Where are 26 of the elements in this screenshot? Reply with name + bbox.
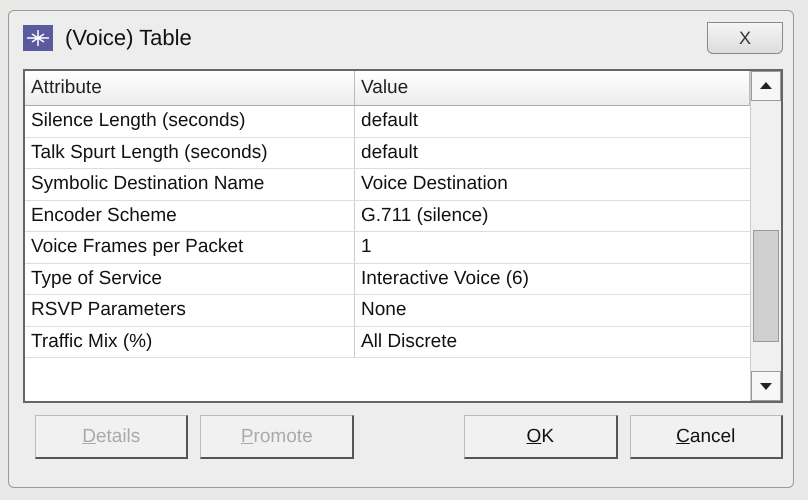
table-cell-text: 1 bbox=[360, 235, 373, 259]
scroll-bar[interactable] bbox=[750, 71, 781, 401]
window-title: (Voice) Table bbox=[65, 25, 193, 51]
table-cell-text: All Discrete bbox=[360, 330, 458, 354]
close-button[interactable]: X bbox=[707, 22, 783, 54]
dialog-button[interactable]: OK bbox=[464, 415, 618, 459]
table-cell-text: G.711 (silence) bbox=[360, 204, 490, 228]
table-cell: Voice Frames per Packet bbox=[25, 232, 355, 262]
table-cell-text: Interactive Voice (6) bbox=[360, 266, 530, 290]
table-cell-text: default bbox=[360, 140, 420, 164]
table-cell-text: Voice Destination bbox=[360, 172, 509, 196]
table-cell: RSVP Parameters bbox=[25, 295, 355, 326]
table-cell: Talk Spurt Length (seconds) bbox=[25, 138, 355, 168]
scroll-down-icon[interactable] bbox=[751, 371, 781, 401]
scroll-thumb[interactable] bbox=[753, 230, 779, 342]
table-cell: Encoder Scheme bbox=[25, 200, 355, 231]
table-cell: Silence Length (seconds) bbox=[25, 106, 355, 136]
table-cell: Traffic Mix (%) bbox=[25, 326, 355, 357]
app-icon bbox=[23, 25, 53, 51]
column-header[interactable]: Attribute bbox=[25, 71, 355, 105]
table-cell: Type of Service bbox=[25, 264, 355, 294]
table-cell: Symbolic Destination Name bbox=[25, 169, 355, 200]
table-cell-text: None bbox=[360, 298, 408, 322]
dialog-button[interactable]: Cancel bbox=[630, 415, 783, 459]
scroll-up-icon[interactable] bbox=[751, 71, 781, 101]
table-cell-text: default bbox=[360, 109, 420, 133]
